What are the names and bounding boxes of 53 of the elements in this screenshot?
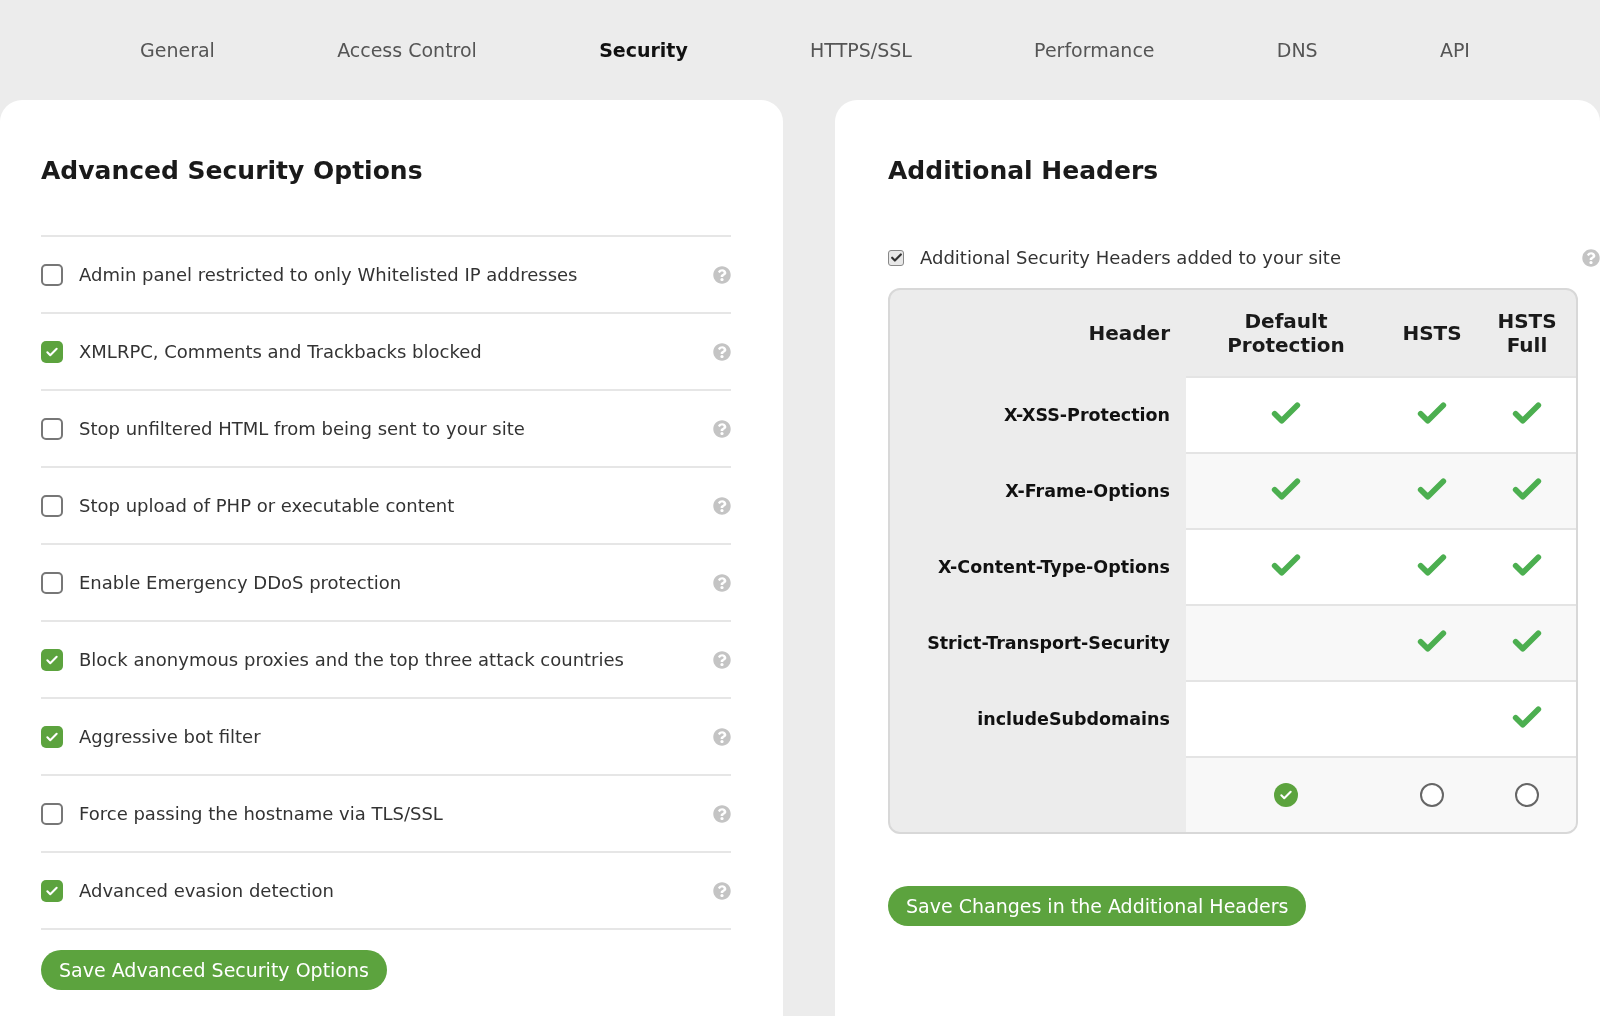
column-header: Default Protection xyxy=(1226,309,1346,357)
radio-button[interactable] xyxy=(1515,783,1539,807)
row-header: X-XSS-Protection xyxy=(1004,405,1170,425)
row-header: X-Frame-Options xyxy=(1005,481,1170,501)
checkbox[interactable] xyxy=(41,648,63,671)
row-header: X-Content-Type-Options xyxy=(938,557,1170,577)
column-header: HSTS Full xyxy=(1496,309,1558,357)
checkbox[interactable] xyxy=(41,340,63,363)
option-label: Block anonymous proxies and the top three attack countries xyxy=(79,649,625,670)
help-icon[interactable] xyxy=(713,419,731,438)
row-header: includeSubdomains xyxy=(977,709,1170,729)
tab[interactable]: Performance xyxy=(1014,33,1175,67)
option-label: Aggressive bot filter xyxy=(79,726,262,747)
column-header: HSTS xyxy=(1402,321,1462,345)
checkbox[interactable] xyxy=(41,494,63,517)
help-icon[interactable] xyxy=(1582,248,1600,267)
radio-button[interactable] xyxy=(1420,783,1444,807)
option-label: Admin panel restricted to only Whitelisted IP addresses xyxy=(79,264,579,285)
radio-button[interactable] xyxy=(1274,783,1298,807)
option-label: Stop upload of PHP or executable content xyxy=(79,495,456,516)
tab[interactable]: API xyxy=(1419,33,1490,67)
row-header: Strict-Transport-Security xyxy=(927,633,1170,653)
checkbox[interactable] xyxy=(888,249,904,266)
section-title: Advanced Security Options xyxy=(41,156,424,185)
tab[interactable]: DNS xyxy=(1256,33,1338,67)
checkbox[interactable] xyxy=(41,417,63,440)
checkmark-icon xyxy=(889,251,903,264)
option-label: Force passing the hostname via TLS/SSL xyxy=(79,803,444,824)
option-label: Stop unfiltered HTML from being sent to your site xyxy=(79,418,526,439)
tab[interactable]: General xyxy=(120,33,235,67)
help-icon[interactable] xyxy=(713,573,731,592)
column-header: Header xyxy=(1088,321,1170,346)
tab[interactable]: HTTPS/SSL xyxy=(790,33,932,67)
help-icon[interactable] xyxy=(713,342,731,361)
tab[interactable]: Security xyxy=(579,33,708,67)
option-label: Additional Security Headers added to your site xyxy=(920,247,1342,268)
help-icon[interactable] xyxy=(713,265,731,284)
help-icon[interactable] xyxy=(713,496,731,515)
tab[interactable]: Access Control xyxy=(317,33,497,67)
help-icon[interactable] xyxy=(713,881,731,900)
help-icon[interactable] xyxy=(713,650,731,669)
checkbox[interactable] xyxy=(41,802,63,825)
section-title: Additional Headers xyxy=(888,156,1160,185)
checkbox[interactable] xyxy=(41,263,63,286)
checkbox[interactable] xyxy=(41,879,63,902)
option-label: Enable Emergency DDoS protection xyxy=(79,572,403,593)
option-label: Advanced evasion detection xyxy=(79,880,335,901)
help-icon[interactable] xyxy=(713,804,731,823)
checkbox[interactable] xyxy=(41,725,63,748)
checkbox[interactable] xyxy=(41,571,63,594)
help-icon[interactable] xyxy=(713,727,731,746)
checkmark-icon xyxy=(1279,788,1293,802)
option-label: XMLRPC, Comments and Trackbacks blocked xyxy=(79,341,483,362)
